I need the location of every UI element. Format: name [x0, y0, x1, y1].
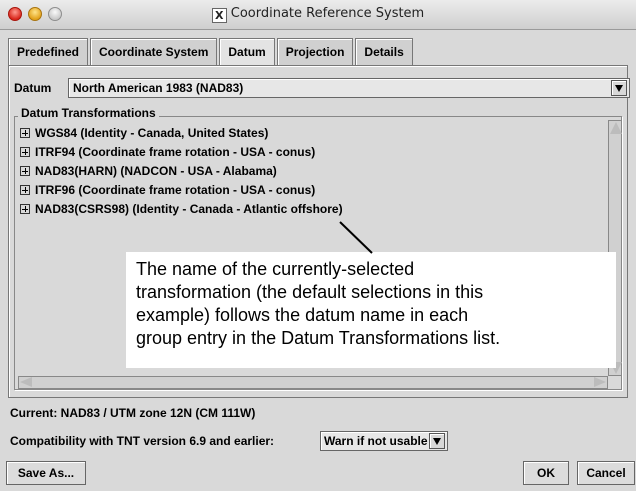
list-item-label: ITRF96 (Coordinate frame rotation - USA …: [35, 183, 316, 197]
datum-dropdown[interactable]: North American 1983 (NAD83): [68, 78, 630, 98]
expand-icon[interactable]: [20, 128, 30, 138]
list-item-label: NAD83(CSRS98) (Identity - Canada - Atlan…: [35, 202, 343, 216]
list-item[interactable]: WGS84 (Identity - Canada, United States): [20, 125, 605, 144]
scroll-up-icon[interactable]: [610, 122, 622, 134]
title-bar: X Coordinate Reference System: [0, 0, 636, 30]
window-title-wrap: X Coordinate Reference System: [0, 6, 636, 23]
ok-button[interactable]: OK: [523, 461, 569, 485]
datum-selected-value: North American 1983 (NAD83): [73, 81, 244, 95]
tab-datum[interactable]: Datum: [219, 38, 275, 66]
expand-icon[interactable]: [20, 185, 30, 195]
x11-app-icon: X: [211, 8, 227, 23]
transformations-list: WGS84 (Identity - Canada, United States)…: [20, 125, 605, 220]
horizontal-scrollbar[interactable]: [18, 376, 608, 389]
list-item[interactable]: ITRF94 (Coordinate frame rotation - USA …: [20, 144, 605, 163]
callout-line: group entry in the Datum Transformations…: [136, 328, 501, 348]
expand-icon[interactable]: [20, 166, 30, 176]
callout-line: transformation (the default selections i…: [136, 282, 484, 302]
tab-projection[interactable]: Projection: [276, 38, 354, 66]
callout-line: The name of the currently-selected: [136, 259, 415, 279]
scroll-right-icon[interactable]: [594, 377, 606, 387]
expand-icon[interactable]: [20, 204, 30, 214]
compatibility-selected-value: Warn if not usable: [324, 434, 428, 448]
tab-coordinate-system[interactable]: Coordinate System: [90, 38, 218, 66]
list-item-label: WGS84 (Identity - Canada, United States): [35, 126, 269, 140]
list-item-label: NAD83(HARN) (NADCON - USA - Alabama): [35, 164, 277, 178]
chevron-down-icon[interactable]: [611, 80, 627, 96]
tab-bar: Predefined Coordinate System Datum Proje…: [8, 38, 415, 66]
list-item-label: ITRF94 (Coordinate frame rotation - USA …: [35, 145, 316, 159]
list-item[interactable]: NAD83(HARN) (NADCON - USA - Alabama): [20, 163, 605, 182]
scroll-left-icon[interactable]: [20, 377, 32, 387]
save-as-button[interactable]: Save As...: [6, 461, 86, 485]
expand-icon[interactable]: [20, 147, 30, 157]
annotation-callout: The name of the currently-selected trans…: [126, 252, 616, 368]
tab-predefined[interactable]: Predefined: [8, 38, 89, 66]
cancel-button[interactable]: Cancel: [577, 461, 635, 485]
current-crs-text: Current: NAD83 / UTM zone 12N (CM 111W): [10, 406, 256, 420]
chevron-down-icon[interactable]: [429, 433, 445, 449]
compatibility-dropdown[interactable]: Warn if not usable: [320, 431, 448, 451]
tab-details[interactable]: Details: [355, 38, 413, 66]
list-item[interactable]: NAD83(CSRS98) (Identity - Canada - Atlan…: [20, 201, 605, 220]
compatibility-label: Compatibility with TNT version 6.9 and e…: [10, 434, 275, 448]
list-item[interactable]: ITRF96 (Coordinate frame rotation - USA …: [20, 182, 605, 201]
datum-label: Datum: [14, 81, 52, 95]
group-title: Datum Transformations: [18, 106, 159, 120]
callout-line: example) follows the datum name in each: [136, 305, 469, 325]
window-title: Coordinate Reference System: [230, 6, 425, 21]
